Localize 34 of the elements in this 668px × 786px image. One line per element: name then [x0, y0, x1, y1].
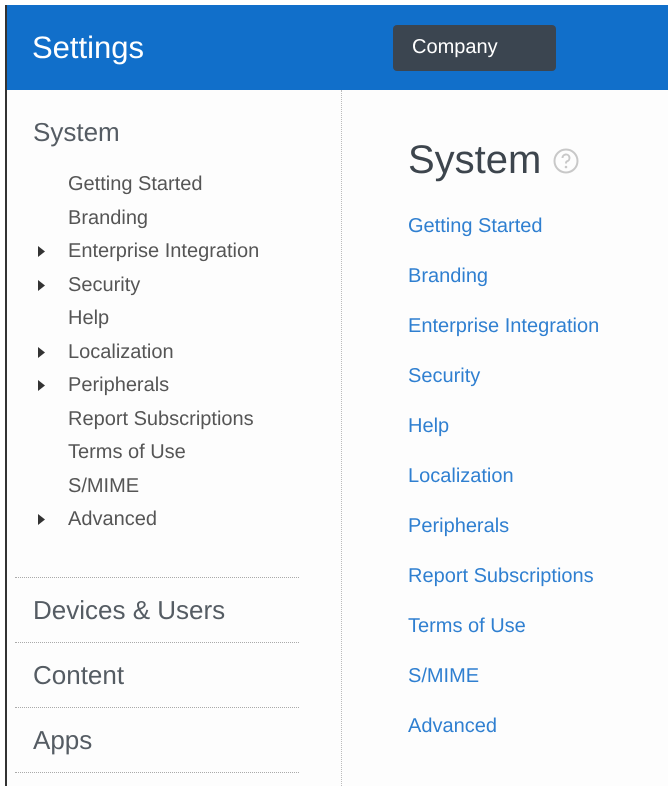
expand-arrow-icon[interactable] — [38, 280, 45, 291]
section-heading[interactable]: Devices & Users — [33, 594, 226, 624]
sidebar-item[interactable]: Security — [68, 274, 140, 297]
section-heading[interactable]: System — [33, 117, 120, 147]
sidebar-item[interactable]: Enterprise Integration — [68, 240, 260, 264]
expand-arrow-icon[interactable] — [38, 246, 45, 258]
sidebar-item[interactable]: S/MIME — [68, 474, 140, 498]
settings-link[interactable]: Enterprise Integration — [408, 315, 600, 365]
settings-link[interactable]: Peripherals — [408, 515, 600, 565]
section-heading[interactable]: Content — [33, 660, 124, 690]
sidebar-item[interactable]: Help — [68, 307, 110, 330]
settings-link[interactable]: Help — [408, 415, 600, 465]
settings-link[interactable]: Getting Started — [408, 215, 600, 265]
expand-arrow-icon[interactable] — [38, 380, 45, 392]
settings-link[interactable]: S/MIME — [408, 665, 600, 715]
settings-link[interactable]: Localization — [408, 465, 600, 515]
sidebar-item[interactable]: Advanced — [68, 508, 157, 532]
sidebar-item[interactable]: Report Subscriptions — [68, 408, 254, 431]
settings-link[interactable]: Terms of Use — [408, 615, 600, 665]
section-title: System — [408, 138, 542, 183]
sidebar-item[interactable]: Getting Started — [68, 173, 203, 196]
sidebar-item[interactable]: Peripherals — [68, 374, 170, 398]
settings-link[interactable]: Report Subscriptions — [408, 565, 600, 615]
expand-arrow-icon[interactable] — [38, 514, 45, 526]
settings-link[interactable]: Security — [408, 365, 600, 415]
settings-link[interactable]: Branding — [408, 265, 600, 315]
sidebar-item[interactable]: Terms of Use — [68, 441, 186, 464]
settings-link[interactable]: Advanced — [408, 715, 600, 765]
expand-arrow-icon[interactable] — [38, 346, 45, 358]
company-button[interactable]: Company — [393, 24, 556, 70]
section-heading[interactable]: Apps — [33, 724, 92, 754]
sidebar-item[interactable]: Localization — [68, 340, 174, 364]
sidebar-item[interactable]: Branding — [68, 206, 148, 230]
page-title: Settings — [32, 30, 146, 66]
